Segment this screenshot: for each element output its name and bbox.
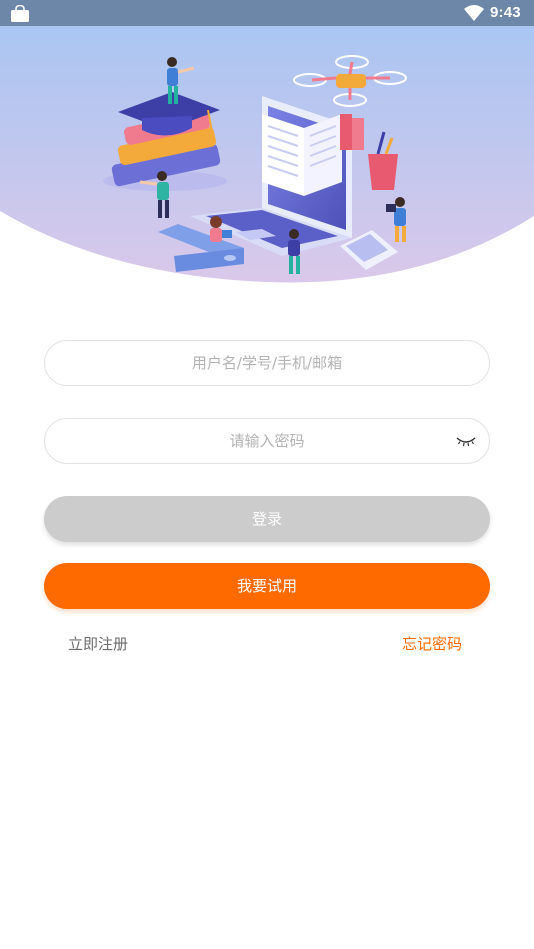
password-field[interactable] xyxy=(44,418,490,464)
forgot-password-link[interactable]: 忘记密码 xyxy=(402,633,462,654)
trial-button[interactable]: 我要试用 xyxy=(44,563,490,609)
username-field[interactable] xyxy=(44,340,490,386)
eye-closed-icon[interactable] xyxy=(455,434,477,448)
register-link[interactable]: 立即注册 xyxy=(68,633,128,654)
password-input[interactable] xyxy=(45,419,489,463)
status-time: 9:43 xyxy=(490,4,521,21)
shopping-bag-icon xyxy=(11,5,29,22)
login-button[interactable]: 登录 xyxy=(44,496,490,542)
username-input[interactable] xyxy=(45,341,489,385)
wifi-icon xyxy=(464,5,484,21)
hero-illustration xyxy=(0,26,534,286)
status-bar: 9:43 xyxy=(0,0,534,26)
